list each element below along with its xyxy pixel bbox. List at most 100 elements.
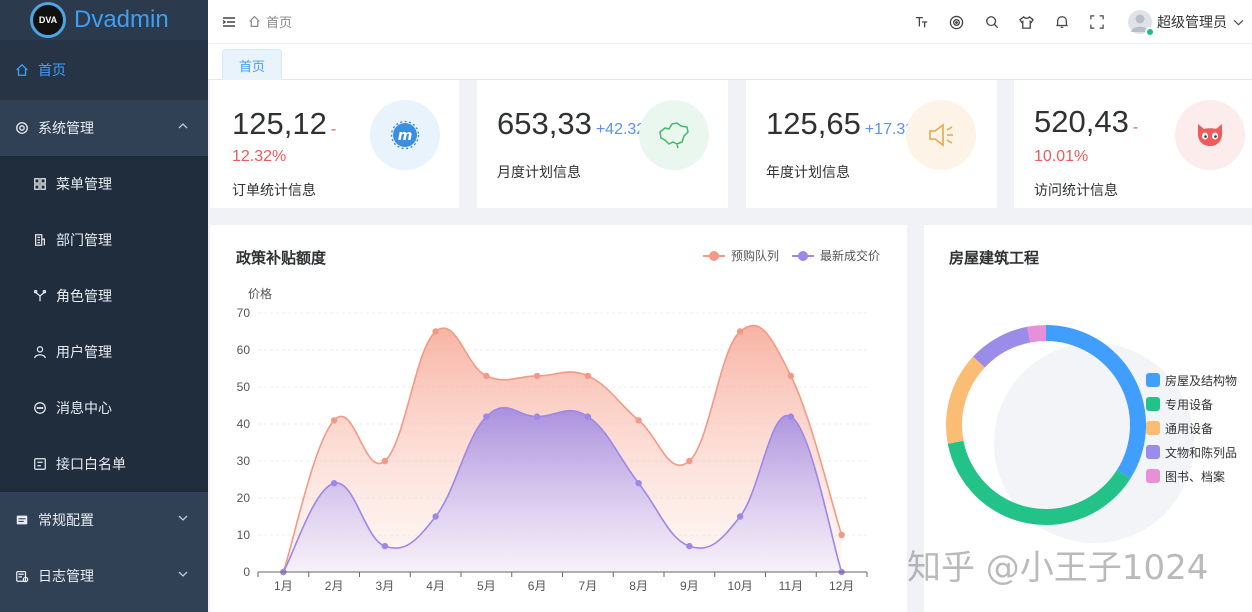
collapse-menu-icon[interactable] (222, 15, 236, 29)
sidebar-item-user[interactable]: 用户管理 (0, 324, 208, 380)
app-name: Dvadmin (74, 6, 169, 33)
stat-value: 125,12- (232, 106, 337, 141)
sidebar-item-label: 菜单管理 (56, 176, 112, 192)
search-icon[interactable] (974, 15, 1009, 29)
data-point (787, 372, 795, 380)
data-point (533, 413, 541, 420)
legend-item-slice-4[interactable]: 图书、档案 (1146, 464, 1237, 488)
sidebar-item-whitelist[interactable]: 接口白名单 (0, 436, 208, 492)
home-icon (249, 15, 260, 27)
role-icon (32, 288, 48, 304)
donut-slice-4 (1027, 325, 1046, 343)
y-tick-label: 10 (237, 528, 251, 542)
header-actions: 超级管理员 (904, 0, 1252, 44)
y-tick-label: 20 (237, 491, 251, 505)
x-tick-label: 3月 (376, 579, 395, 593)
x-tick-label: 2月 (325, 579, 344, 593)
y-tick-label: 30 (237, 454, 251, 468)
china-map-icon (659, 122, 689, 149)
config-icon (14, 512, 30, 528)
tab-home[interactable]: 首页 (222, 49, 282, 80)
tab-bar: 首页 (208, 44, 1252, 80)
stat-icon-circle (639, 100, 709, 170)
data-point (686, 457, 693, 465)
stat-value: 125,65 +17.32 (766, 106, 915, 141)
stat-label: 订单统计信息 (232, 182, 316, 198)
data-point (584, 413, 592, 420)
legend-label: 图书、档案 (1165, 469, 1226, 484)
x-tick-label: 7月 (579, 579, 598, 593)
breadcrumb-item[interactable]: 首页 (266, 12, 292, 31)
data-point (483, 413, 490, 420)
sidebar-item-log[interactable]: 日志管理 (0, 548, 208, 604)
stat-value: 520,43- (1034, 104, 1139, 139)
sidebar-item-label: 角色管理 (56, 288, 112, 304)
stat-card-monthly: 653,33 +42.32 月度计划信息 (477, 80, 728, 208)
gear-icon (14, 120, 30, 136)
data-point (330, 480, 338, 487)
stat-value: 653,33 +42.32 (497, 106, 646, 141)
data-point (330, 417, 338, 424)
legend-item-slice-3[interactable]: 文物和陈列品 (1146, 440, 1237, 464)
skin-icon[interactable] (1009, 15, 1044, 30)
stat-label: 访问统计信息 (1034, 182, 1118, 198)
donut-legend: 房屋及结构物 专用设备通用设备文物和陈列品 图书、档案 (1146, 368, 1237, 488)
legend-label: 专用设备 (1165, 397, 1214, 412)
legend-swatch (1146, 469, 1160, 483)
user-icon (32, 344, 48, 360)
legend-swatch (1146, 421, 1160, 435)
sidebar-item-label: 消息中心 (56, 400, 112, 416)
stat-icon-circle (906, 100, 976, 170)
data-point (533, 372, 541, 380)
x-tick-label: 10月 (727, 579, 752, 593)
sidebar-item-home[interactable]: 首页 (0, 40, 208, 100)
sidebar-item-menu[interactable]: 菜单管理 (0, 156, 208, 212)
theme-icon[interactable] (939, 15, 974, 30)
whitelist-icon (32, 456, 48, 472)
legend-item-slice-0[interactable]: 房屋及结构物 (1146, 368, 1237, 392)
legend-swatch (1146, 445, 1160, 459)
data-point (686, 542, 693, 550)
stat-card-visits: 520,43- 10.01% 访问统计信息 (1014, 80, 1252, 208)
legend-item-slice-1[interactable]: 专用设备 (1146, 392, 1237, 416)
chevron-down-icon[interactable] (1233, 17, 1244, 28)
watermark: 知乎 @小王子1024 (907, 548, 1209, 588)
y-tick-label: 50 (237, 380, 251, 394)
app-logo[interactable]: DVA Dvadmin (0, 0, 208, 40)
legend-item-slice-2[interactable]: 通用设备 (1146, 416, 1237, 440)
x-tick-label: 6月 (528, 579, 547, 593)
bell-icon[interactable] (1044, 15, 1079, 29)
donut-slice-3 (973, 326, 1031, 368)
avatar[interactable] (1128, 10, 1155, 37)
username[interactable]: 超级管理员 (1157, 12, 1227, 32)
top-header: 首页 超级管理员 (208, 0, 1252, 44)
y-tick-label: 70 (237, 306, 251, 320)
sidebar-item-label: 系统管理 (38, 120, 94, 136)
sidebar-item-role[interactable]: 角色管理 (0, 268, 208, 324)
data-point (787, 413, 795, 420)
x-tick-label: 9月 (680, 579, 699, 593)
sidebar-item-message[interactable]: 消息中心 (0, 380, 208, 436)
stat-delta: +42.32 (595, 121, 646, 138)
message-icon (32, 400, 48, 416)
svg-text:m: m (398, 128, 413, 144)
home-icon (14, 62, 30, 78)
sidebar-item-system[interactable]: 系统管理 (0, 100, 208, 156)
font-size-icon[interactable] (904, 15, 939, 29)
data-point (584, 372, 592, 380)
donut-slice-2 (946, 356, 985, 444)
data-point (381, 542, 389, 550)
legend-label: 文物和陈列品 (1165, 445, 1238, 460)
breadcrumb: 首页 (248, 12, 292, 31)
stat-delta: - (1132, 119, 1139, 136)
legend-label: 房屋及结构物 (1165, 373, 1238, 388)
stat-percent: 12.32% (232, 148, 287, 165)
data-point (736, 513, 744, 520)
chevron-up-icon (178, 123, 188, 129)
stat-delta: - (330, 121, 337, 138)
sidebar-item-config[interactable]: 常规配置 (0, 492, 208, 548)
x-tick-label: 1月 (274, 579, 293, 593)
sidebar-item-dept[interactable]: 部门管理 (0, 212, 208, 268)
fullscreen-icon[interactable] (1079, 15, 1114, 29)
x-tick-label: 11月 (779, 579, 803, 593)
